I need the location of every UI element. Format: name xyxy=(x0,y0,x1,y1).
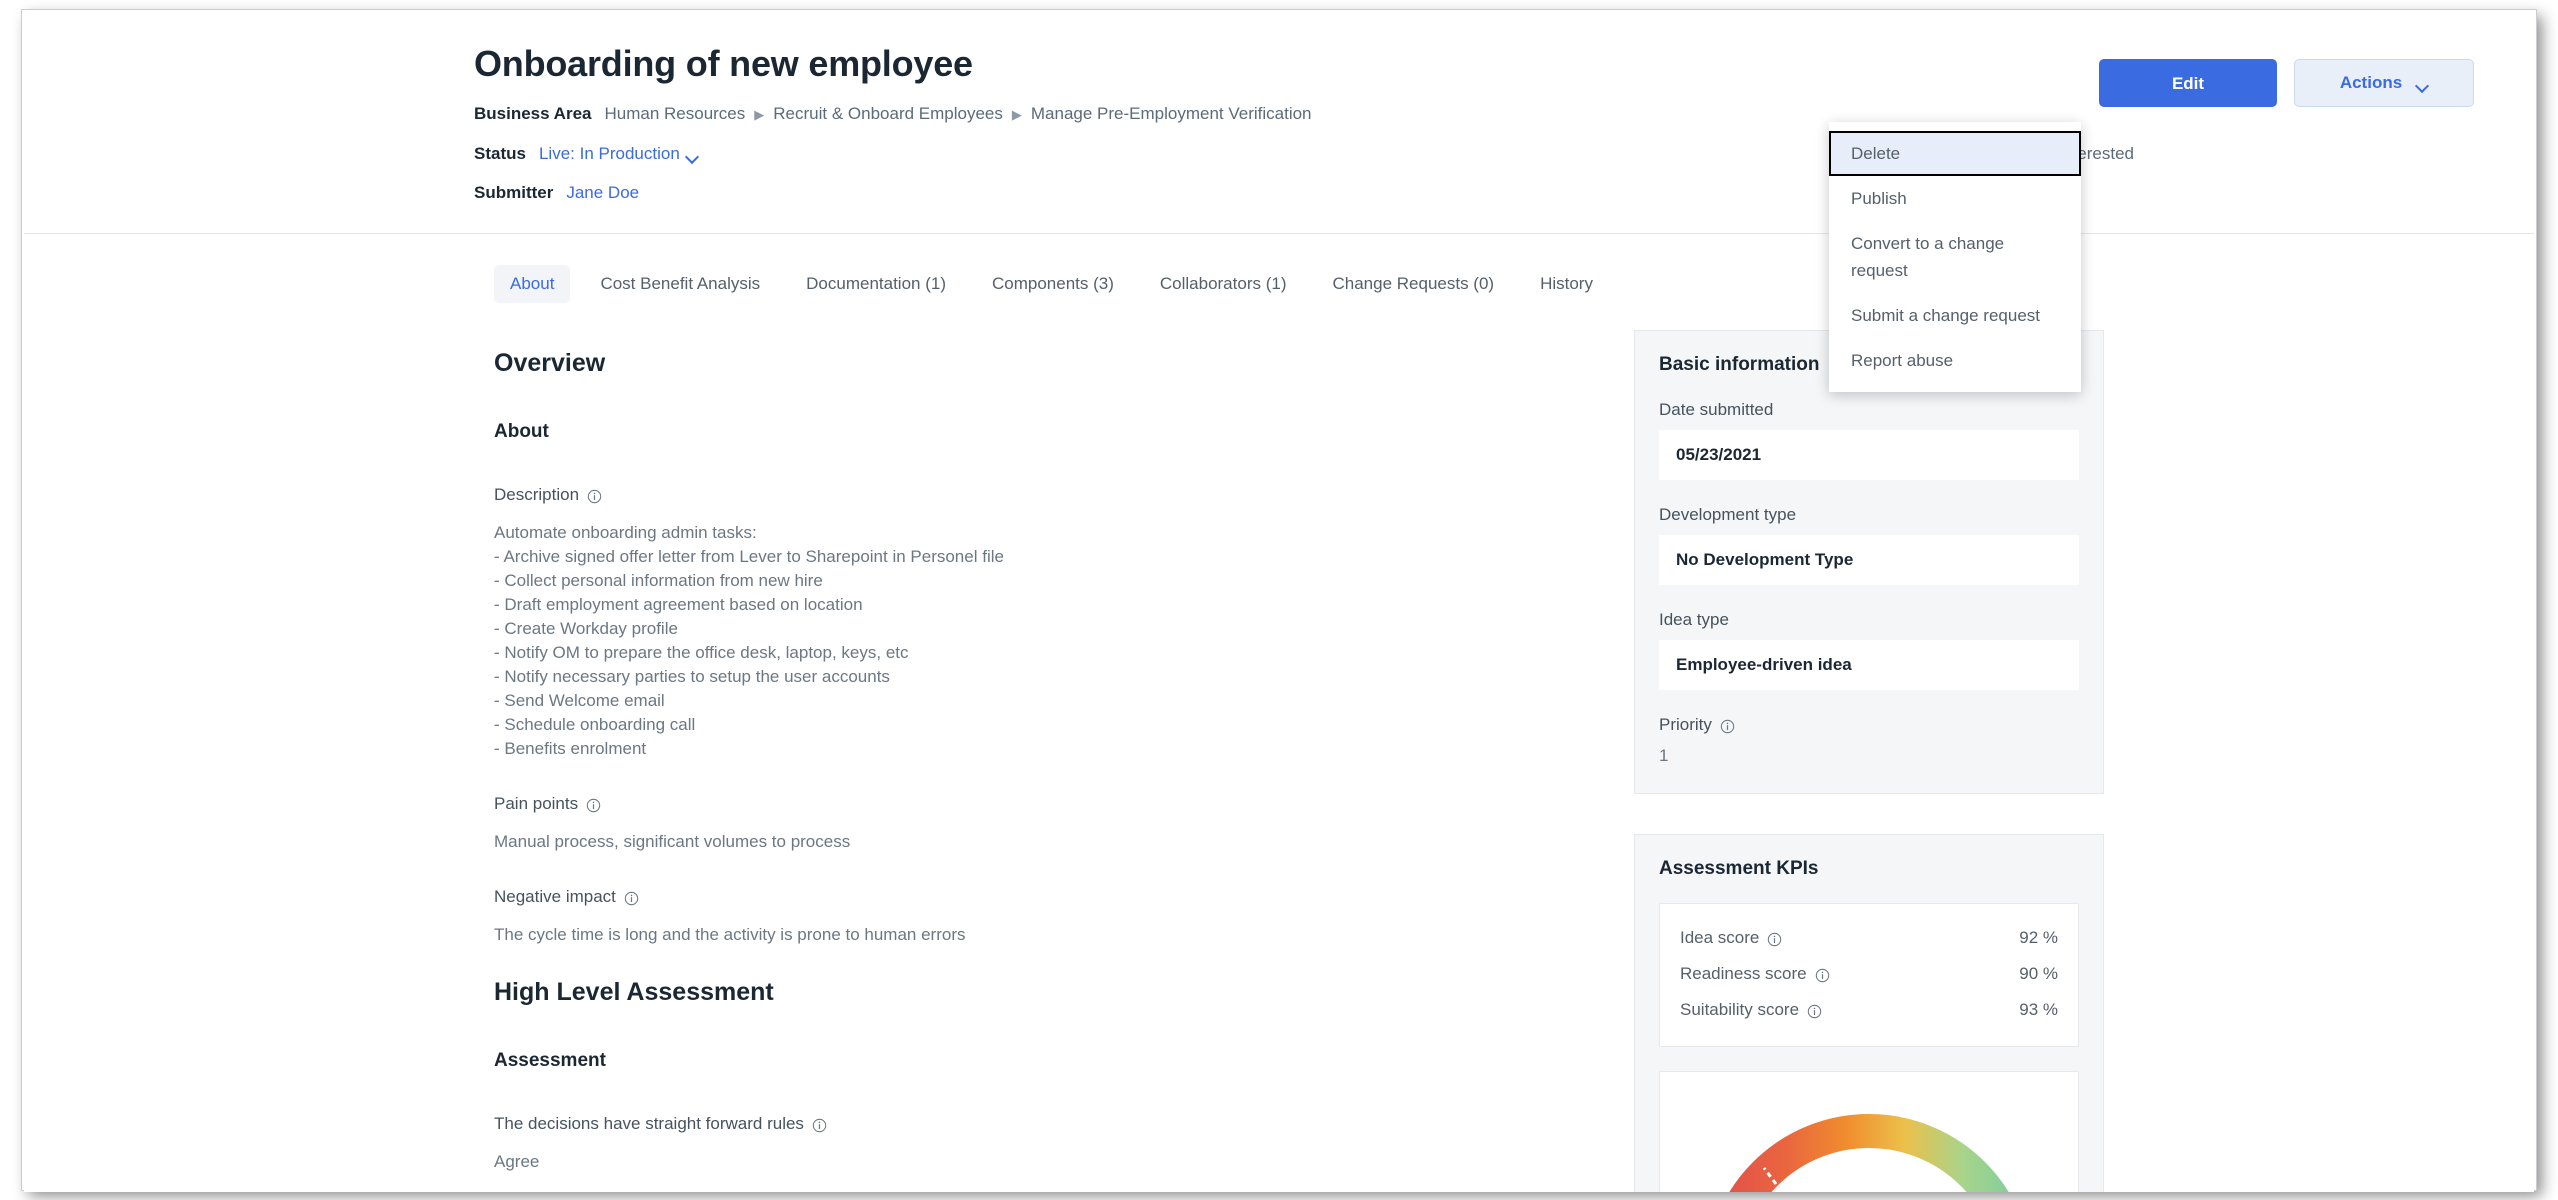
pain-points-value: Manual process, significant volumes to p… xyxy=(494,832,851,851)
business-area-label: Business Area xyxy=(474,104,592,123)
status-value: Live: In Production xyxy=(538,144,680,163)
info-icon[interactable] xyxy=(586,798,601,813)
question-1-label-row: The decisions have straight forward rule… xyxy=(494,1113,1584,1135)
status-dropdown[interactable]: Live: In Production xyxy=(539,143,698,165)
question-1-value: Agree xyxy=(494,1152,540,1171)
kpi-list: Idea score 92 % Readiness score 90 % Sui… xyxy=(1659,903,2079,1047)
tab-about[interactable]: About xyxy=(494,265,571,303)
breadcrumb-item-1[interactable]: Recruit & Onboard Employees xyxy=(773,103,1003,125)
info-icon[interactable] xyxy=(1767,932,1782,947)
kpi-name: Suitability score xyxy=(1680,1000,1800,1019)
gauge-arc xyxy=(1729,1114,2009,1192)
page-container: Onboarding of new employee Business Area… xyxy=(24,12,2534,1192)
negative-impact-value: The cycle time is long and the activity … xyxy=(494,925,966,944)
menu-item-convert-to-change-request[interactable]: Convert to a change request xyxy=(1829,221,2081,293)
date-submitted-label: Date submitted xyxy=(1659,400,1774,419)
actions-button[interactable]: Actions xyxy=(2294,59,2474,107)
tab-documentation[interactable]: Documentation (1) xyxy=(790,265,962,303)
tab-collaborators[interactable]: Collaborators (1) xyxy=(1144,265,1303,303)
menu-item-submit-change-request[interactable]: Submit a change request xyxy=(1829,293,2081,338)
negative-impact-label-row: Negative impact xyxy=(494,886,1584,908)
development-type-value: No Development Type xyxy=(1659,535,2079,585)
priority-label: Priority xyxy=(1659,715,1712,734)
info-icon[interactable] xyxy=(587,489,602,504)
assessment-kpis-card: Assessment KPIs Idea score 92 % Readines… xyxy=(1634,834,2104,1192)
tab-bar: About Cost Benefit Analysis Documentatio… xyxy=(24,234,2534,312)
submitter-row: Submitter Jane Doe xyxy=(474,182,2474,204)
info-icon[interactable] xyxy=(1720,719,1735,734)
kpi-name-group: Idea score xyxy=(1680,927,1782,949)
actions-button-label: Actions xyxy=(2339,73,2403,92)
main-column: Overview About Description Automate onbo… xyxy=(494,312,1584,1192)
description-label-row: Description xyxy=(494,484,1584,506)
sidebar-column: Basic information Date submitted 05/23/2… xyxy=(1634,312,2104,1192)
idea-type-value: Employee-driven idea xyxy=(1659,640,2079,690)
assessment-heading: Assessment xyxy=(494,1050,606,1071)
kpi-name: Idea score xyxy=(1680,928,1760,947)
about-heading: About xyxy=(494,421,549,442)
kpi-value: 90 % xyxy=(2019,964,2058,983)
kpi-name-group: Suitability score xyxy=(1680,999,1822,1021)
chevron-down-icon xyxy=(687,152,698,159)
breadcrumb-item-0[interactable]: Human Resources xyxy=(604,103,745,125)
page-body: Overview About Description Automate onbo… xyxy=(24,312,2534,1192)
tab-change-requests[interactable]: Change Requests (0) xyxy=(1316,265,1510,303)
tab-cost-benefit-analysis[interactable]: Cost Benefit Analysis xyxy=(584,265,776,303)
pain-points-label-row: Pain points xyxy=(494,793,1584,815)
negative-impact-label: Negative impact xyxy=(494,887,616,906)
edit-button[interactable]: Edit xyxy=(2099,59,2277,107)
description-value: Automate onboarding admin tasks: - Archi… xyxy=(494,523,1004,758)
status-row: Status Live: In Production xyxy=(474,143,2474,165)
page-header: Onboarding of new employee Business Area… xyxy=(24,12,2534,234)
chevron-down-icon xyxy=(2417,81,2428,88)
assessment-kpis-title: Assessment KPIs xyxy=(1659,858,1819,879)
pain-points-label: Pain points xyxy=(494,794,579,813)
status-label: Status xyxy=(474,144,526,163)
breadcrumb: Human Resources ▶ Recruit & Onboard Empl… xyxy=(604,103,1311,126)
breadcrumb-separator-icon: ▶ xyxy=(1011,107,1022,122)
menu-item-publish[interactable]: Publish xyxy=(1829,176,2081,221)
menu-item-delete[interactable]: Delete xyxy=(1829,131,2081,176)
kpi-row: Suitability score 93 % xyxy=(1680,992,2058,1028)
kpi-value: 92 % xyxy=(2019,928,2058,947)
tab-history[interactable]: History xyxy=(1524,265,1609,303)
actions-dropdown-menu: Delete Publish Convert to a change reque… xyxy=(1829,122,2081,392)
submitter-label: Submitter xyxy=(474,183,554,202)
high-level-assessment-heading: High Level Assessment xyxy=(494,978,774,1006)
breadcrumb-item-2[interactable]: Manage Pre-Employment Verification xyxy=(1031,103,1312,125)
app-root: Onboarding of new employee Business Area… xyxy=(0,0,2558,1200)
development-type-label: Development type xyxy=(1659,505,1797,524)
kpi-row: Idea score 92 % xyxy=(1680,920,2058,956)
kpi-row: Readiness score 90 % xyxy=(1680,956,2058,992)
date-submitted-value: 05/23/2021 xyxy=(1659,430,2079,480)
submitter-value[interactable]: Jane Doe xyxy=(566,182,639,204)
header-actions: Edit Actions xyxy=(2099,59,2474,107)
priority-value: 1 xyxy=(1659,746,1669,765)
menu-item-report-abuse[interactable]: Report abuse xyxy=(1829,338,2081,383)
question-1-label: The decisions have straight forward rule… xyxy=(494,1114,804,1133)
breadcrumb-separator-icon: ▶ xyxy=(754,107,765,122)
priority-label-row: Priority xyxy=(1659,714,2079,736)
basic-information-card: Basic information Date submitted 05/23/2… xyxy=(1634,330,2104,794)
kpi-name: Readiness score xyxy=(1680,964,1807,983)
info-icon[interactable] xyxy=(812,1118,827,1133)
tab-components[interactable]: Components (3) xyxy=(976,265,1130,303)
info-icon[interactable] xyxy=(1815,968,1830,983)
kpi-value: 93 % xyxy=(2019,1000,2058,1019)
description-label: Description xyxy=(494,485,580,504)
overview-heading: Overview xyxy=(494,349,606,377)
info-icon[interactable] xyxy=(624,891,639,906)
idea-type-label: Idea type xyxy=(1659,610,1729,629)
score-gauge-chart xyxy=(1659,1071,2079,1192)
kpi-name-group: Readiness score xyxy=(1680,963,1830,985)
info-icon[interactable] xyxy=(1807,1004,1822,1019)
